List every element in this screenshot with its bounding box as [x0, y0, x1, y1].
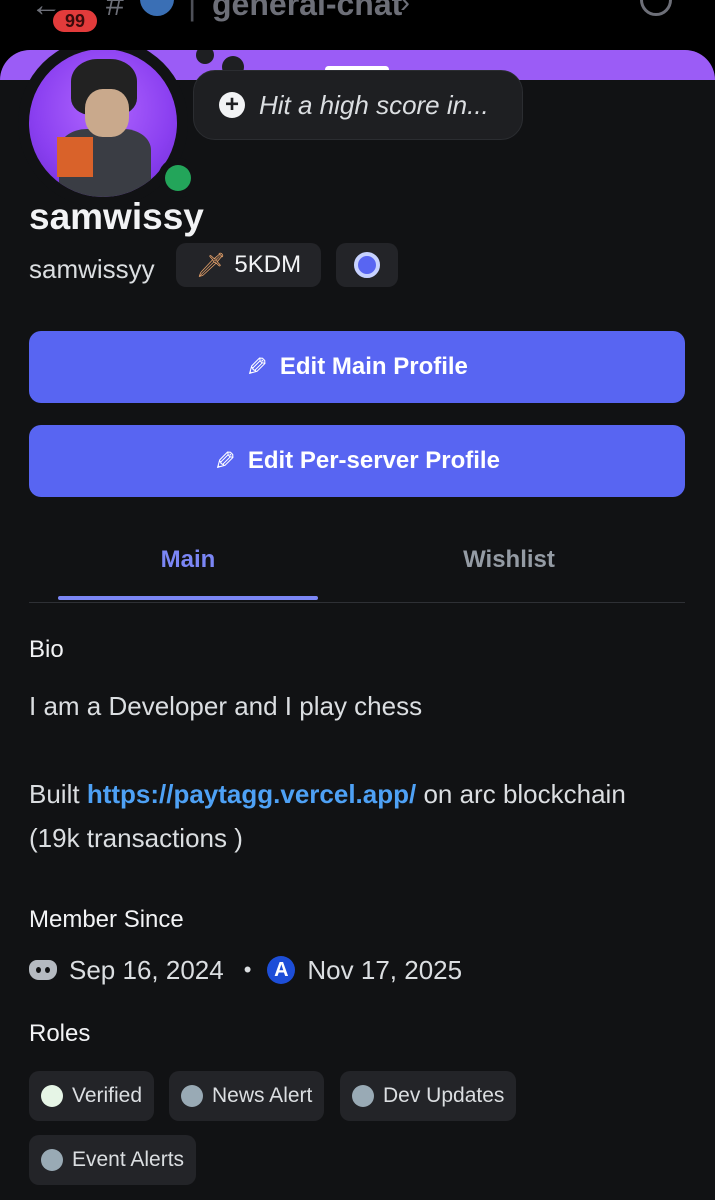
active-tab-indicator [58, 596, 318, 600]
online-status-icon [158, 158, 198, 198]
role-chip[interactable]: Dev Updates [340, 1071, 517, 1121]
plus-icon: + [219, 92, 245, 118]
avatar[interactable] [29, 50, 177, 197]
pencil-icon: ✎ [246, 351, 268, 382]
tab-main[interactable]: Main [58, 520, 318, 600]
discord-member-date: Sep 16, 2024 [69, 954, 224, 985]
role-name: Verified [72, 1084, 143, 1107]
edit-main-profile-button[interactable]: ✎ Edit Main Profile [29, 331, 685, 403]
server-tag-label: 5KDM [234, 251, 302, 278]
role-chip[interactable]: News Alert [169, 1071, 325, 1121]
channel-name[interactable]: general-chat [212, 0, 402, 23]
role-color-dot [181, 1085, 203, 1107]
server-tag[interactable]: 🗡 5KDM [176, 243, 321, 287]
edit-main-profile-label: Edit Main Profile [279, 353, 468, 380]
header-divider: | [188, 0, 197, 22]
hash-icon: # [106, 0, 124, 22]
role-color-dot [352, 1085, 374, 1107]
profile-tabs: Main Wishlist [29, 520, 685, 603]
bio-line-2: Built https://paytagg.vercel.app/ on arc… [29, 779, 626, 809]
discord-icon [29, 960, 57, 980]
member-since-row: Sep 16, 2024 • A Nov 17, 2025 [29, 950, 462, 990]
avatar-container[interactable] [18, 50, 198, 208]
role-chip[interactable]: Verified [29, 1071, 155, 1121]
profile-badge[interactable] [336, 243, 398, 287]
roles-heading: Roles [29, 1020, 91, 1047]
unread-badge: 99 [50, 7, 100, 35]
bio-line-3: (19k transactions ) [29, 823, 243, 853]
profile-sheet: + Hit a high score in... samwissy samwis… [0, 50, 715, 1200]
role-name: News Alert [212, 1084, 313, 1107]
bio-heading: Bio [29, 636, 64, 663]
username[interactable]: samwissyy [29, 254, 155, 285]
custom-status-bubble[interactable]: + Hit a high score in... [193, 70, 523, 140]
role-color-dot [41, 1149, 63, 1171]
tab-wishlist[interactable]: Wishlist [379, 520, 639, 600]
sword-icon: 🗡 [195, 251, 227, 279]
custom-status-text: Hit a high score in... [259, 89, 489, 120]
pencil-icon: ✎ [214, 445, 236, 476]
role-color-dot [41, 1085, 63, 1107]
role-chip[interactable]: Event Alerts [29, 1135, 197, 1185]
chevron-right-icon[interactable]: › [400, 0, 410, 20]
role-name: Dev Updates [383, 1084, 505, 1107]
role-name: Event Alerts [72, 1148, 185, 1171]
globe-icon [140, 0, 174, 16]
server-icon: A [267, 956, 296, 984]
bio-link[interactable]: https://paytagg.vercel.app/ [87, 779, 416, 809]
search-icon[interactable] [640, 0, 672, 16]
separator-dot: • [243, 957, 252, 982]
member-since-heading: Member Since [29, 906, 184, 933]
edit-per-server-profile-button[interactable]: ✎ Edit Per-server Profile [29, 425, 685, 497]
server-member-date: Nov 17, 2025 [307, 954, 463, 985]
laurel-badge-icon [354, 252, 380, 278]
bio-line-1: I am a Developer and I play chess [29, 691, 423, 721]
edit-per-server-profile-label: Edit Per-server Profile [247, 447, 500, 474]
display-name: samwissy [29, 196, 204, 237]
